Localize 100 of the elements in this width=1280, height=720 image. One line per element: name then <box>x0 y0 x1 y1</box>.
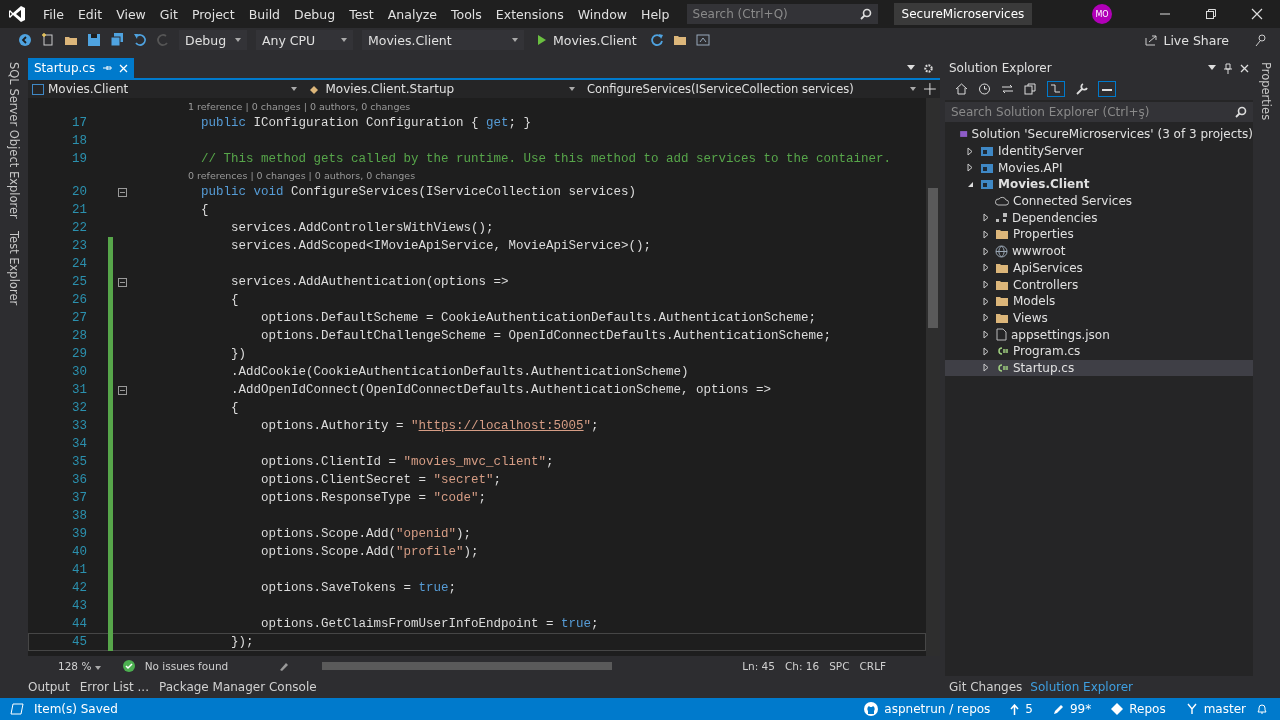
collapsed-arrow-icon[interactable] <box>983 313 989 323</box>
tree-item[interactable]: Models <box>945 292 1253 310</box>
panel-tab[interactable]: Git Changes <box>949 680 1023 694</box>
split-icon[interactable] <box>924 83 936 95</box>
type-dropdown[interactable]: Movies.Client.Startup <box>305 80 579 98</box>
code-lens[interactable]: 0 references | 0 changes | 0 authors, 0 changes <box>188 170 416 181</box>
undo-icon[interactable] <box>133 33 147 47</box>
configuration-dropdown[interactable]: Debug <box>179 30 247 50</box>
collapse-icon[interactable] <box>117 187 127 197</box>
dropdown-icon[interactable] <box>907 65 915 71</box>
collapsed-arrow-icon[interactable] <box>983 346 989 356</box>
panel-tab[interactable]: Error List ... <box>79 680 149 694</box>
tree-item[interactable]: Movies.API <box>945 159 1253 177</box>
pin-icon[interactable] <box>1224 62 1232 74</box>
line-ending-indicator[interactable]: CRLF <box>859 660 887 672</box>
tree-item[interactable]: Properties <box>945 226 1253 243</box>
changes-status[interactable]: 99* <box>1053 702 1092 716</box>
panel-tab[interactable]: Output <box>28 680 70 694</box>
line-number: 31 <box>71 383 87 397</box>
tree-item[interactable]: IdentityServer <box>945 142 1253 160</box>
zoom-dropdown[interactable]: 128 % <box>58 660 101 672</box>
menu-item[interactable]: Help <box>634 6 677 22</box>
panel-tab[interactable]: Package Manager Console <box>159 680 317 694</box>
menu-item[interactable]: Analyze <box>380 6 445 22</box>
menu-item[interactable]: Project <box>184 6 242 22</box>
menu-item[interactable]: File <box>36 6 71 22</box>
back-icon[interactable] <box>18 33 32 47</box>
member-dropdown[interactable]: ConfigureServices(IServiceCollection services) <box>582 80 921 98</box>
collapsed-arrow-icon[interactable] <box>983 213 989 223</box>
tree-item[interactable]: Program.cs <box>945 342 1253 360</box>
collapsed-arrow-icon[interactable] <box>983 363 989 373</box>
project-dropdown[interactable]: Movies.Client <box>28 80 302 98</box>
history-icon[interactable] <box>978 83 991 95</box>
menu-item[interactable]: Debug <box>287 6 343 22</box>
tree-item[interactable]: Startup.cs <box>945 359 1253 377</box>
side-tab[interactable]: Properties <box>1259 62 1273 121</box>
scrollbar-thumb[interactable] <box>322 662 613 670</box>
tree-item[interactable]: Controllers <box>945 276 1253 293</box>
menu-item[interactable]: Test <box>342 6 381 22</box>
repos-button[interactable]: Repos <box>1111 702 1166 716</box>
whitespace-indicator[interactable]: SPC <box>829 660 850 672</box>
run-button[interactable]: Movies.Client <box>533 32 641 48</box>
branch-status[interactable]: master <box>1185 702 1246 716</box>
menu-item[interactable]: Window <box>570 6 635 22</box>
repository-status[interactable]: aspnetrun / repos <box>864 702 991 716</box>
issues-status[interactable]: No issues found <box>144 660 229 672</box>
user-avatar[interactable]: MO <box>1092 4 1112 24</box>
startup-project-dropdown[interactable]: Movies.Client <box>362 30 524 50</box>
close-icon[interactable] <box>1251 8 1263 20</box>
tree-item[interactable]: Movies.Client <box>945 176 1253 193</box>
settings-icon[interactable] <box>923 62 934 74</box>
collapsed-arrow-icon[interactable] <box>983 330 989 340</box>
save-all-icon[interactable] <box>110 33 124 47</box>
copy-icon[interactable] <box>1024 83 1037 95</box>
menu-item[interactable]: Extensions <box>488 6 571 22</box>
close-icon[interactable] <box>1240 63 1249 73</box>
restore-icon[interactable] <box>1205 8 1217 20</box>
code-lens[interactable]: 1 reference | 0 changes | 0 authors, 0 changes <box>188 101 411 112</box>
collapsed-arrow-icon[interactable] <box>983 263 989 273</box>
menu-item[interactable]: Tools <box>444 6 489 22</box>
live-share-button[interactable]: Live Share <box>1139 31 1235 49</box>
side-tab[interactable]: SQL Server Object Explorer <box>7 62 21 219</box>
tree-item[interactable]: appsettings.json <box>945 326 1253 343</box>
save-icon[interactable] <box>87 33 101 47</box>
collapsed-arrow-icon[interactable] <box>983 280 989 290</box>
menu-item[interactable]: Build <box>241 6 288 22</box>
collapsed-arrow-icon[interactable] <box>967 163 973 173</box>
wrench-icon[interactable] <box>1075 83 1088 95</box>
bell-icon[interactable] <box>1256 703 1268 715</box>
menu-item[interactable]: Git <box>152 6 185 22</box>
tree-item[interactable]: Views <box>945 309 1253 327</box>
collapse-icon[interactable] <box>117 277 127 287</box>
push-status[interactable]: 5 <box>1010 702 1033 716</box>
platform-dropdown[interactable]: Any CPU <box>256 30 353 50</box>
menu-item[interactable]: Edit <box>70 6 110 22</box>
folder-icon[interactable] <box>672 33 687 47</box>
tree-view-icon[interactable] <box>1047 81 1065 97</box>
tree-item[interactable]: Solution 'SecureMicroservices' (3 of 3 projects) <box>945 126 1253 143</box>
dropdown-icon[interactable] <box>1208 65 1216 71</box>
refresh-icon[interactable] <box>649 33 664 47</box>
menu-item[interactable]: View <box>109 6 153 22</box>
tree-item[interactable]: wwwroot <box>945 242 1253 260</box>
home-icon[interactable] <box>955 83 968 95</box>
collapsed-arrow-icon[interactable] <box>967 146 973 156</box>
collapsed-arrow-icon[interactable] <box>983 296 989 306</box>
collapsed-arrow-icon[interactable] <box>983 246 989 256</box>
collapsed-arrow-icon[interactable] <box>983 229 989 239</box>
tree-item[interactable]: ApiServices <box>945 259 1253 277</box>
scrollbar-thumb[interactable] <box>928 188 938 328</box>
side-tab[interactable]: Test Explorer <box>7 230 21 305</box>
code-line: options.ClientId = "movies_mvc_client"; <box>260 455 554 469</box>
expanded-arrow-icon[interactable] <box>966 180 974 188</box>
tree-item[interactable]: Connected Services <box>945 192 1253 210</box>
browser-icon[interactable] <box>695 33 710 47</box>
new-item-icon[interactable] <box>41 33 55 47</box>
collapse-icon[interactable] <box>117 385 127 395</box>
tree-item[interactable]: Dependencies <box>945 209 1253 227</box>
panel-tab[interactable]: Solution Explorer <box>1030 680 1134 694</box>
preview-icon[interactable] <box>1098 81 1116 97</box>
sync-icon[interactable] <box>1001 83 1014 95</box>
